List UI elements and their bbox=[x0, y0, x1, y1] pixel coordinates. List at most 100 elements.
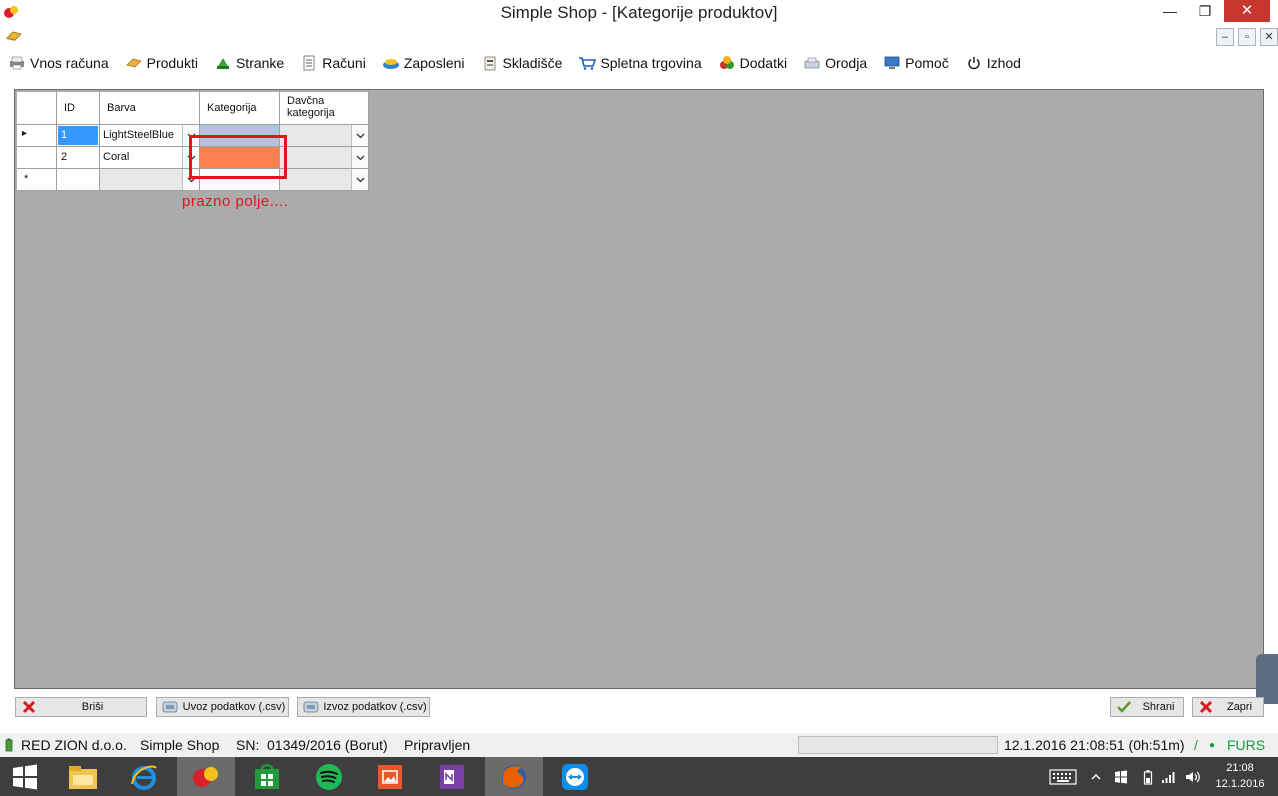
status-sn-label: SN: bbox=[236, 737, 260, 753]
save-button[interactable]: Shrani bbox=[1110, 697, 1184, 717]
column-header-davcna-kategorija[interactable]: Davčna kategorija bbox=[280, 92, 369, 125]
status-progress-bar bbox=[798, 736, 998, 754]
import-csv-button[interactable]: Uvoz podatkov (.csv) bbox=[156, 697, 289, 717]
volume-icon[interactable] bbox=[1182, 757, 1204, 796]
export-icon bbox=[301, 700, 321, 714]
import-icon bbox=[160, 700, 180, 714]
menu-label: Zaposleni bbox=[403, 55, 465, 71]
close-window-button[interactable]: ✕ bbox=[1224, 0, 1270, 22]
checkmark-icon bbox=[1114, 700, 1134, 714]
close-button[interactable]: Zapri bbox=[1192, 697, 1264, 717]
store-icon[interactable] bbox=[238, 757, 296, 796]
child-window-icon bbox=[6, 31, 22, 41]
button-label: Zapri bbox=[1226, 701, 1253, 713]
grid-corner-header[interactable] bbox=[17, 92, 57, 125]
table-row-1-id-cell[interactable]: 1 bbox=[57, 125, 100, 147]
status-bar: RED ZION d.o.o. Simple Shop SN: 01349/20… bbox=[0, 733, 1278, 757]
firefox-icon[interactable] bbox=[485, 757, 543, 796]
menu-pomoc[interactable]: Pomoč bbox=[883, 55, 949, 71]
mdi-workspace: ID Barva Kategorija Davčna kategorija ▸ … bbox=[14, 89, 1264, 689]
menu-zaposleni[interactable]: Zaposleni bbox=[382, 55, 465, 71]
windows-start-icon[interactable] bbox=[0, 757, 50, 796]
button-label: Uvoz podatkov (.csv) bbox=[182, 701, 286, 713]
table-row-1-davcna-kategorija-cell[interactable] bbox=[280, 125, 369, 147]
windows-flag-tray-icon[interactable] bbox=[1110, 757, 1132, 796]
menu-racuni[interactable]: Računi bbox=[300, 55, 366, 71]
cell-value: Coral bbox=[103, 151, 130, 163]
menu-label: Stranke bbox=[235, 55, 285, 71]
mdi-minimize-button[interactable]: – bbox=[1216, 28, 1234, 46]
menu-produkti[interactable]: Produkti bbox=[125, 55, 198, 71]
teamviewer-icon[interactable] bbox=[546, 757, 604, 796]
menu-label: Skladišče bbox=[502, 55, 563, 71]
menu-stranke[interactable]: Stranke bbox=[214, 55, 284, 71]
delete-button[interactable]: Briši bbox=[15, 697, 147, 717]
mdi-restore-button[interactable]: ▫ bbox=[1238, 28, 1256, 46]
menu-label: Vnos računa bbox=[30, 55, 109, 71]
status-state: Pripravljen bbox=[404, 737, 471, 753]
onenote-icon[interactable] bbox=[423, 757, 481, 796]
table-row-1-barva-cell[interactable]: LightSteelBlue bbox=[100, 125, 200, 147]
menu-skladisce[interactable]: Skladišče bbox=[481, 55, 563, 71]
delete-x-icon bbox=[19, 700, 39, 714]
chevron-down-icon[interactable] bbox=[351, 169, 368, 190]
printer-icon bbox=[8, 55, 26, 71]
new-row-barva-cell[interactable] bbox=[100, 169, 200, 191]
menu-dodatki[interactable]: Dodatki bbox=[718, 55, 787, 71]
menu-spletna-trgovina[interactable]: Spletna trgovina bbox=[578, 55, 702, 71]
signal-strength-icon[interactable] bbox=[1158, 757, 1180, 796]
spotify-icon[interactable] bbox=[300, 757, 358, 796]
maximize-button[interactable]: ❐ bbox=[1188, 0, 1222, 22]
simple-shop-taskbar-icon[interactable] bbox=[177, 757, 235, 796]
battery-tray-icon[interactable] bbox=[1138, 757, 1158, 796]
status-company: RED ZION d.o.o. bbox=[21, 737, 127, 753]
menu-label: Računi bbox=[322, 55, 366, 71]
file-explorer-icon[interactable] bbox=[54, 757, 112, 796]
clock-time: 21:08 bbox=[1226, 762, 1254, 774]
table-row-2-id-cell[interactable]: 2 bbox=[57, 147, 100, 169]
internet-explorer-icon[interactable] bbox=[115, 757, 173, 796]
keyboard-icon[interactable] bbox=[1046, 757, 1080, 796]
cell-value: LightSteelBlue bbox=[103, 129, 174, 141]
cart-icon bbox=[578, 55, 597, 71]
minimize-button[interactable]: — bbox=[1153, 0, 1187, 22]
row-header-current[interactable]: ▸ bbox=[17, 125, 57, 147]
chevron-down-icon[interactable] bbox=[351, 147, 368, 168]
button-label: Shrani bbox=[1142, 701, 1175, 713]
annotation-highlight-box bbox=[189, 135, 287, 179]
menu-orodja[interactable]: Orodja bbox=[803, 55, 867, 71]
help-icon bbox=[883, 55, 901, 71]
column-header-barva[interactable]: Barva bbox=[100, 92, 200, 125]
column-header-kategorija[interactable]: Kategorija bbox=[200, 92, 280, 125]
close-x-icon bbox=[1196, 700, 1216, 714]
battery-status-icon bbox=[4, 738, 14, 755]
menu-label: Orodja bbox=[825, 55, 868, 71]
menu-vnos-racuna[interactable]: Vnos računa bbox=[8, 55, 109, 71]
menu-izhod[interactable]: Izhod bbox=[965, 55, 1021, 71]
annotation-text: prazno polje.... bbox=[182, 193, 289, 210]
row-header[interactable] bbox=[17, 147, 57, 169]
chevron-down-icon[interactable] bbox=[351, 125, 368, 146]
tray-chevron-up-icon[interactable] bbox=[1088, 757, 1104, 796]
header-line-1: Davčna bbox=[287, 95, 325, 107]
menu-label: Pomoč bbox=[905, 55, 949, 71]
menu-bar: Vnos računa Produkti Stranke Računi Zapo… bbox=[0, 50, 1278, 76]
menu-label: Dodatki bbox=[739, 55, 788, 71]
title-bar: Simple Shop - [Kategorije produktov] — ❐… bbox=[0, 0, 1278, 26]
clock-date: 12.1.2016 bbox=[1215, 778, 1265, 790]
export-csv-button[interactable]: Izvoz podatkov (.csv) bbox=[297, 697, 430, 717]
new-row-header[interactable]: * bbox=[17, 169, 57, 191]
status-furs: FURS bbox=[1227, 737, 1266, 753]
button-label: Briši bbox=[81, 701, 104, 713]
invoices-icon bbox=[300, 55, 318, 71]
column-header-id[interactable]: ID bbox=[57, 92, 100, 125]
table-row-2-barva-cell[interactable]: Coral bbox=[100, 147, 200, 169]
new-row-id-cell[interactable] bbox=[57, 169, 100, 191]
table-row-2-davcna-kategorija-cell[interactable] bbox=[280, 147, 369, 169]
menu-label: Produkti bbox=[146, 55, 198, 71]
mdi-close-button[interactable]: ✕ bbox=[1260, 28, 1278, 46]
new-row-davcna-kategorija-cell[interactable] bbox=[280, 169, 369, 191]
taskbar-clock[interactable]: 21:08 12.1.2016 bbox=[1206, 760, 1274, 792]
photos-icon[interactable] bbox=[361, 757, 419, 796]
furs-status-dot: ● bbox=[1209, 740, 1216, 751]
